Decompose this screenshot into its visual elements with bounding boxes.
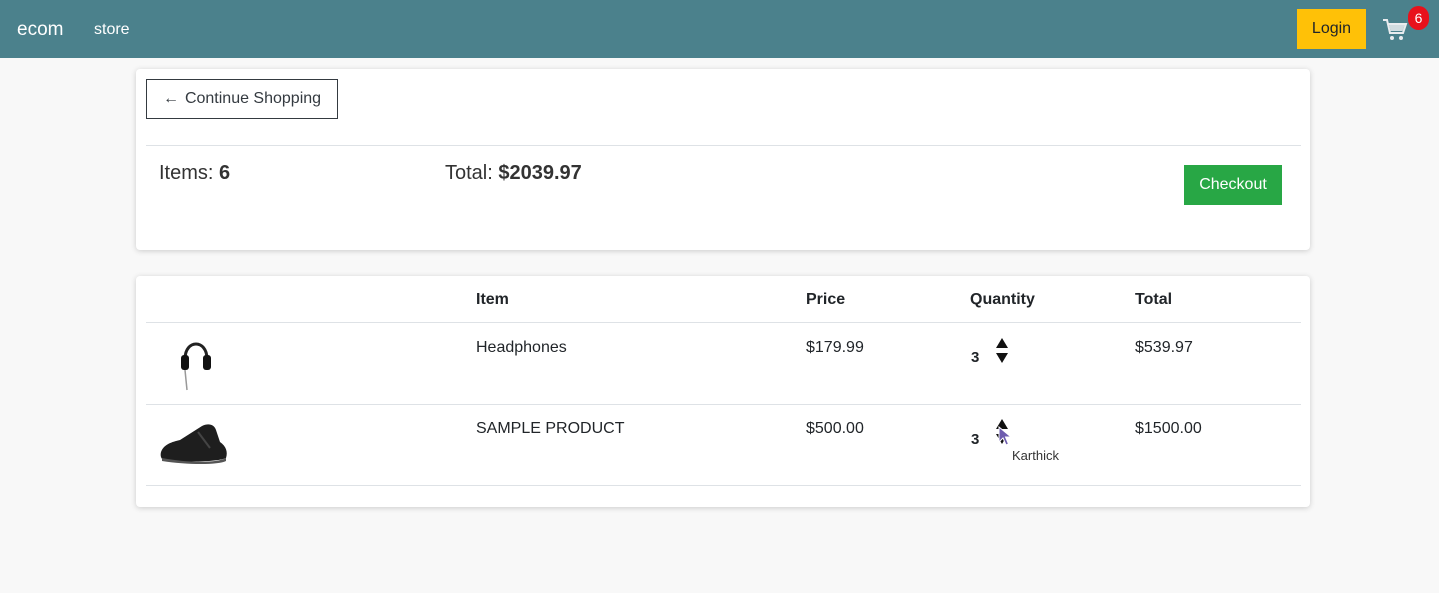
product-name[interactable]: SAMPLE PRODUCT <box>476 420 624 438</box>
header-total: Total <box>1135 291 1173 308</box>
header-price: Price <box>806 291 846 308</box>
header-item: Item <box>476 291 509 308</box>
divider <box>146 322 1301 323</box>
cursor-tooltip: Karthick <box>1012 448 1059 463</box>
checkout-button[interactable]: Checkout <box>1184 165 1282 205</box>
line-total: $1500.00 <box>1135 420 1202 437</box>
divider <box>146 404 1301 405</box>
headphones-image <box>181 342 211 391</box>
arrow-up-icon[interactable] <box>996 338 1008 348</box>
line-total: $539.97 <box>1135 339 1193 356</box>
continue-shopping-button[interactable]: ← Continue Shopping <box>146 79 338 119</box>
mouse-cursor-icon <box>998 426 1013 446</box>
cart-items-box: Item Price Quantity Total Headphones $17… <box>136 276 1310 507</box>
quantity-value: 3 <box>971 431 980 448</box>
continue-shopping-label: Continue Shopping <box>184 90 322 107</box>
navbar: ecom store Login 6 <box>0 0 1439 58</box>
cart-total: Total: $2039.97 <box>445 162 582 184</box>
arrow-down-icon[interactable] <box>996 353 1008 363</box>
brand-link[interactable]: ecom <box>17 19 63 41</box>
nav-link-store[interactable]: store <box>94 21 130 39</box>
product-name[interactable]: Headphones <box>476 339 567 357</box>
cart-summary-box: ← Continue Shopping Items: 6 Total: $203… <box>136 69 1310 250</box>
divider <box>146 485 1301 486</box>
product-price: $179.99 <box>806 339 864 356</box>
arrow-left-icon: ← <box>162 90 179 107</box>
product-price: $500.00 <box>806 420 864 437</box>
cart-count-badge: 6 <box>1408 6 1429 30</box>
cart-icon[interactable] <box>1381 15 1409 43</box>
login-button[interactable]: Login <box>1297 9 1366 49</box>
items-count: Items: 6 <box>159 162 231 184</box>
quantity-stepper <box>996 338 1008 363</box>
header-quantity: Quantity <box>970 291 1035 308</box>
quantity-value: 3 <box>971 349 980 366</box>
shoe-image <box>160 424 227 464</box>
divider <box>146 145 1301 146</box>
